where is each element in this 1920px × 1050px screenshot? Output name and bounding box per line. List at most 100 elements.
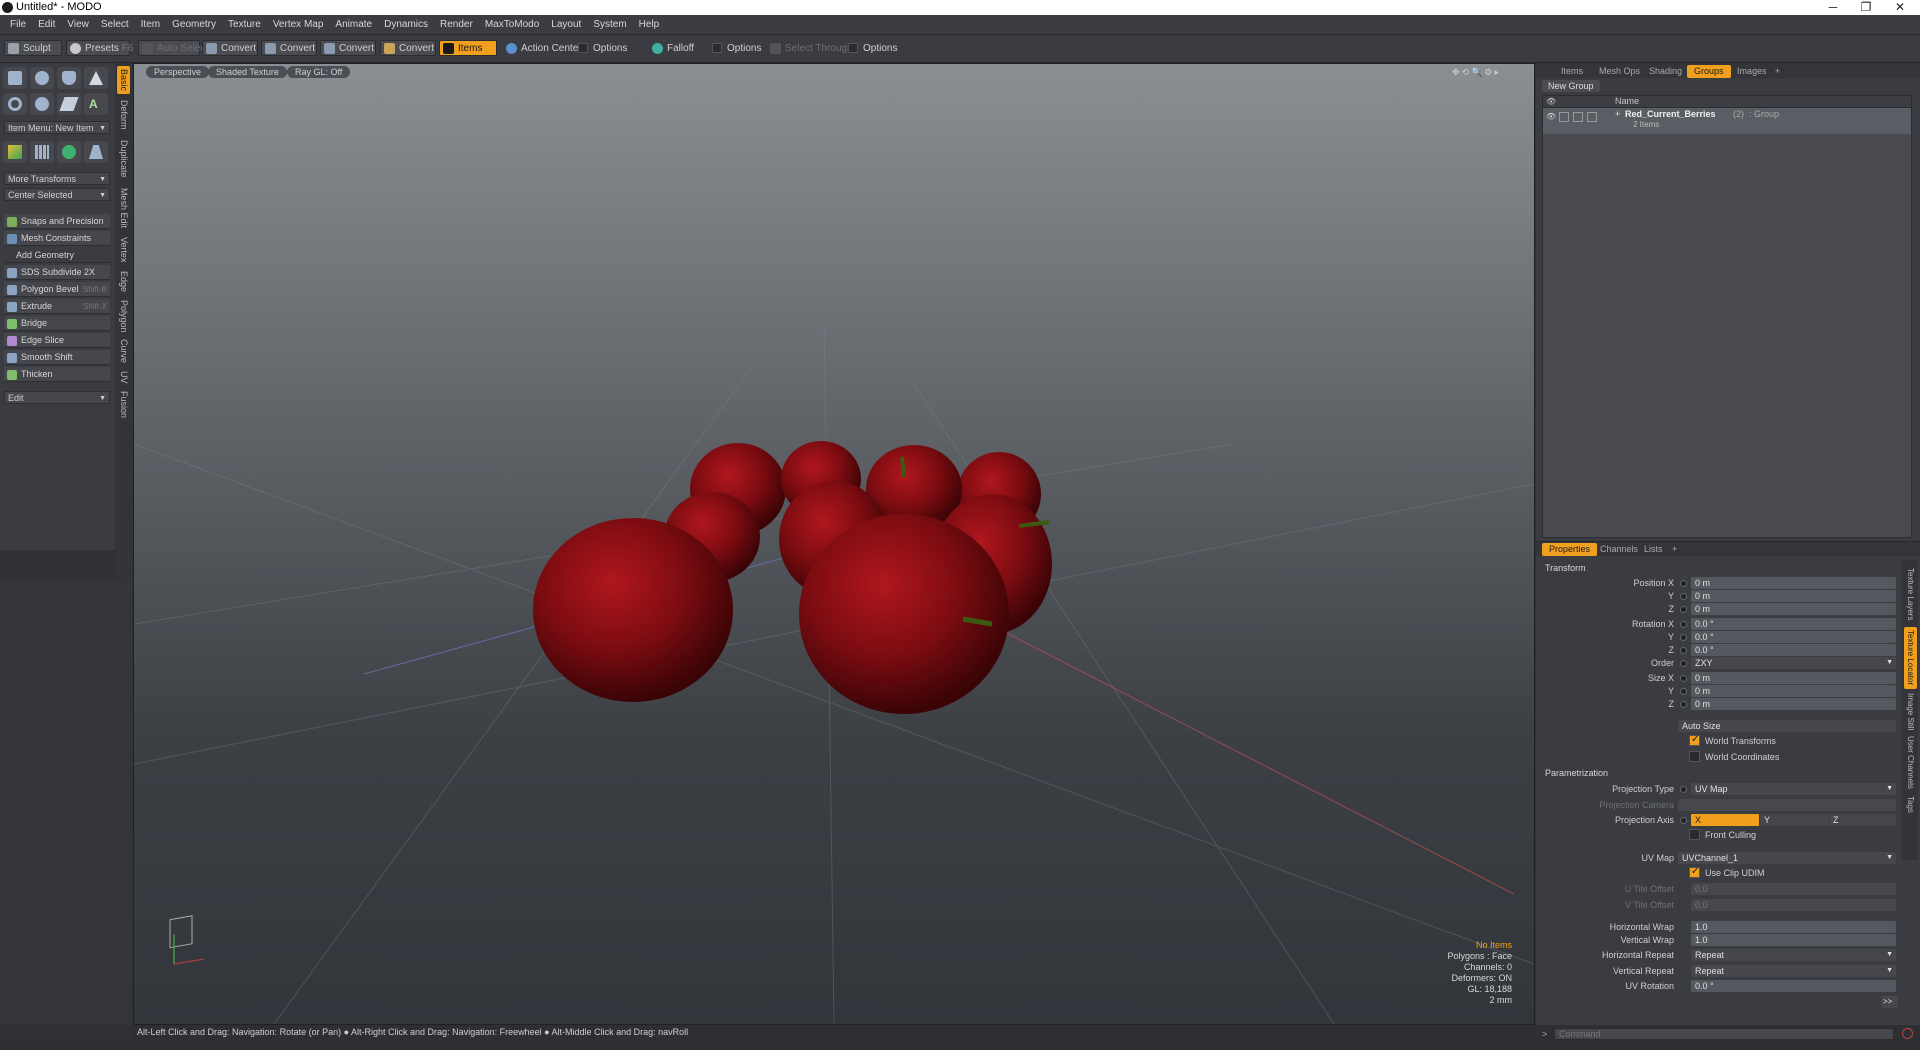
parametrization-section[interactable]: Parametrization — [1545, 768, 1608, 778]
sphere-primitive-button[interactable] — [30, 67, 54, 89]
mesh-constraints-button[interactable]: Mesh Constraints — [4, 231, 110, 246]
tab-mesh-edit[interactable]: Mesh Edit — [117, 185, 130, 231]
record-icon[interactable] — [1902, 1028, 1913, 1039]
animate-dot[interactable] — [1680, 634, 1687, 641]
options-checkbox-3[interactable] — [848, 43, 858, 53]
cone-primitive-button[interactable] — [84, 67, 108, 89]
animate-dot[interactable] — [1680, 580, 1687, 587]
animate-dot[interactable] — [1680, 606, 1687, 613]
animate-dot[interactable] — [1680, 688, 1687, 695]
front-culling-checkbox[interactable] — [1689, 829, 1700, 840]
menu-render[interactable]: Render — [434, 15, 479, 34]
center-selected-dropdown[interactable]: Center Selected ▼ — [4, 188, 110, 201]
animate-dot[interactable] — [1680, 817, 1687, 824]
lock-toggle[interactable] — [1559, 112, 1569, 122]
options-checkbox-1[interactable] — [578, 43, 588, 53]
vertical-repeat-dropdown[interactable]: Repeat ▼ — [1691, 965, 1896, 977]
convert-button-1[interactable]: Convert — [202, 40, 258, 56]
world-coordinates-checkbox[interactable] — [1689, 751, 1700, 762]
options-button-1[interactable]: Options — [574, 40, 644, 56]
globe-button[interactable] — [57, 141, 81, 163]
horizontal-wrap-field[interactable]: 1.0 — [1691, 921, 1896, 933]
position-y-field[interactable]: 0 m — [1691, 590, 1896, 602]
tool-edge-slice[interactable]: Edge Slice — [4, 333, 110, 348]
convert-button-2[interactable]: Convert — [261, 40, 317, 56]
vertical-wrap-field[interactable]: 1.0 — [1691, 934, 1896, 946]
options-button-2[interactable]: Options — [708, 40, 768, 56]
add-geometry-header[interactable]: Add Geometry — [4, 248, 110, 263]
tool-polygon-bevel[interactable]: Polygon Bevel Shift-B — [4, 282, 110, 297]
use-clip-udim-checkbox[interactable] — [1689, 866, 1700, 878]
animate-dot[interactable] — [1680, 660, 1687, 667]
torus-primitive-button[interactable] — [3, 93, 27, 115]
eye-icon[interactable]: 👁 — [1546, 112, 1556, 121]
new-group-button[interactable]: New Group — [1542, 80, 1600, 92]
more-button[interactable]: >> — [1881, 996, 1898, 1008]
horizontal-repeat-dropdown[interactable]: Repeat ▼ — [1691, 949, 1896, 961]
menu-geometry[interactable]: Geometry — [166, 15, 222, 34]
animate-dot[interactable] — [1680, 593, 1687, 600]
3d-viewport[interactable]: Perspective Shaded Texture Ray GL: Off ✥… — [133, 63, 1535, 1025]
position-x-field[interactable]: 0 m — [1691, 577, 1896, 589]
tab-edge[interactable]: Edge — [117, 269, 130, 295]
tab-groups[interactable]: Groups — [1687, 65, 1731, 78]
tab-image-still[interactable]: Image Still — [1904, 692, 1917, 732]
auto-select-button[interactable]: Auto Select — [138, 40, 208, 56]
rotation-y-field[interactable]: 0.0 ° — [1691, 631, 1896, 643]
transform-section[interactable]: Transform — [1545, 563, 1586, 573]
berry[interactable] — [533, 518, 733, 702]
projection-type-dropdown[interactable]: UV Map ▼ — [1691, 783, 1896, 795]
item-menu-dropdown[interactable]: Item Menu: New Item ▼ — [4, 121, 110, 134]
grid-button[interactable] — [30, 141, 54, 163]
u-tile-offset-field[interactable]: 0.0 — [1691, 883, 1896, 895]
more-transforms-dropdown[interactable]: More Transforms ▼ — [4, 172, 110, 185]
command-input[interactable] — [1554, 1028, 1894, 1040]
tool-thicken[interactable]: Thicken — [4, 367, 110, 382]
tab-items[interactable]: Items — [1554, 65, 1590, 78]
animate-dot[interactable] — [1680, 647, 1687, 654]
close-button[interactable]: ✕ — [1885, 0, 1915, 15]
v-tile-offset-field[interactable]: 0.0 — [1691, 899, 1896, 911]
menu-maxtomodo[interactable]: MaxToModo — [479, 15, 545, 34]
menu-select[interactable]: Select — [95, 15, 135, 34]
tab-images[interactable]: Images — [1730, 65, 1774, 78]
select-toggle[interactable] — [1573, 112, 1583, 122]
add-tab-button[interactable]: + — [1665, 543, 1684, 556]
tool-bridge[interactable]: Bridge — [4, 316, 110, 331]
expand-icon[interactable]: + — [1615, 109, 1620, 119]
tab-curve[interactable]: Curve — [117, 337, 130, 365]
snaps-precision-button[interactable]: Snaps and Precision — [4, 214, 110, 229]
action-center-button[interactable]: Action Center — [502, 40, 582, 56]
tab-fusion[interactable]: Fusion — [117, 389, 130, 421]
convert-button-4[interactable]: Convert — [380, 40, 436, 56]
menu-dynamics[interactable]: Dynamics — [378, 15, 434, 34]
tool-smooth-shift[interactable]: Smooth Shift — [4, 350, 110, 365]
tab-uv[interactable]: UV — [117, 368, 130, 386]
tab-mesh-ops[interactable]: Mesh Ops — [1592, 65, 1647, 78]
rotation-x-field[interactable]: 0.0 ° — [1691, 618, 1896, 630]
position-z-field[interactable]: 0 m — [1691, 603, 1896, 615]
render-toggle[interactable] — [1587, 112, 1597, 122]
perspective-grid-button[interactable] — [84, 141, 108, 163]
tab-polygon[interactable]: Polygon — [117, 298, 130, 334]
edit-dropdown[interactable]: Edit ▼ — [4, 391, 110, 404]
tool-sds-subdivide[interactable]: SDS Subdivide 2X — [4, 265, 110, 280]
sculpt-button[interactable]: Sculpt — [4, 40, 62, 56]
berry-group[interactable] — [533, 441, 1052, 714]
rotation-z-field[interactable]: 0.0 ° — [1691, 644, 1896, 656]
menu-item[interactable]: Item — [135, 15, 166, 34]
animate-dot[interactable] — [1680, 786, 1687, 793]
convert-button-3[interactable]: Convert — [320, 40, 376, 56]
tab-vertex[interactable]: Vertex — [117, 234, 130, 266]
cube-primitive-button[interactable] — [3, 67, 27, 89]
size-y-field[interactable]: 0 m — [1691, 685, 1896, 697]
axis-x-button[interactable]: X — [1691, 814, 1759, 826]
tab-texture-locator[interactable]: Texture Locator — [1904, 627, 1917, 689]
menu-edit[interactable]: Edit — [32, 15, 61, 34]
tab-shading[interactable]: Shading — [1642, 65, 1689, 78]
menu-help[interactable]: Help — [633, 15, 666, 34]
uv-map-dropdown[interactable]: UVChannel_1 ▼ — [1678, 852, 1896, 864]
animate-dot[interactable] — [1680, 621, 1687, 628]
menu-texture[interactable]: Texture — [222, 15, 267, 34]
text-primitive-button[interactable]: A — [84, 93, 108, 115]
